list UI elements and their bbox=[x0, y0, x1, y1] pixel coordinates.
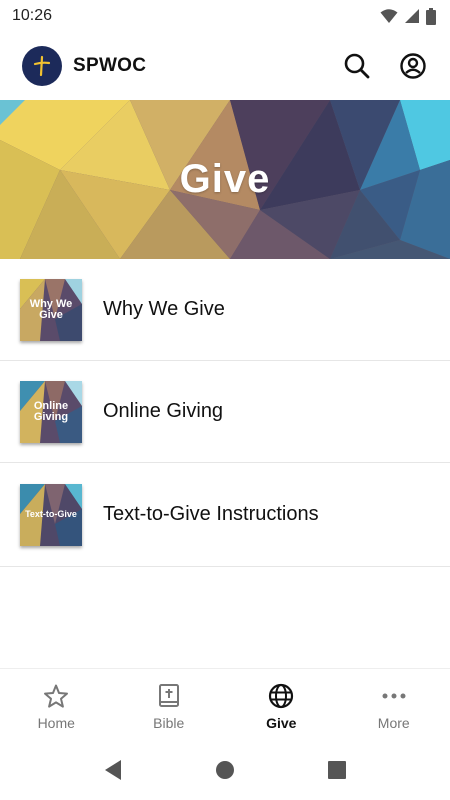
tab-label: Home bbox=[37, 715, 75, 731]
list-item-text-to-give[interactable]: Text-to-Give Text-to-Give Instructions bbox=[0, 463, 450, 567]
tab-label: Give bbox=[266, 715, 297, 731]
list-item-online-giving[interactable]: Online Giving Online Giving bbox=[0, 361, 450, 463]
list-item-why-we-give[interactable]: Why We Give Why We Give bbox=[0, 259, 450, 361]
back-button[interactable] bbox=[57, 759, 169, 781]
thumbnail-text: Online Giving bbox=[33, 399, 69, 423]
list-item-label: Online Giving bbox=[103, 400, 224, 422]
back-icon bbox=[105, 760, 121, 780]
system-navigation-bar bbox=[0, 740, 450, 800]
profile-button[interactable] bbox=[398, 51, 428, 81]
give-banner: Give bbox=[0, 100, 450, 259]
tab-bible[interactable]: Bible bbox=[113, 669, 226, 741]
signal-icon bbox=[405, 9, 419, 23]
tab-label: More bbox=[377, 715, 410, 731]
recents-icon bbox=[328, 761, 346, 779]
recents-button[interactable] bbox=[281, 760, 393, 780]
cross-icon bbox=[33, 55, 51, 77]
more-icon bbox=[382, 693, 406, 699]
home-circle-icon bbox=[216, 761, 234, 779]
bottom-navigation: Home Bible Give More bbox=[0, 668, 450, 741]
battery-icon bbox=[426, 7, 436, 25]
tab-label: Bible bbox=[153, 715, 185, 731]
app-bar: SPWOC bbox=[0, 32, 450, 100]
thumbnail-text: Why We Give bbox=[29, 297, 73, 321]
status-icons bbox=[380, 7, 436, 25]
wifi-icon bbox=[380, 9, 398, 23]
search-icon bbox=[344, 53, 370, 79]
bible-icon bbox=[158, 684, 179, 707]
item-thumbnail: Online Giving bbox=[20, 380, 82, 443]
globe-icon bbox=[269, 683, 294, 709]
tab-more[interactable]: More bbox=[338, 669, 450, 741]
list-item-label: Text-to-Give Instructions bbox=[103, 503, 319, 525]
list-item-label: Why We Give bbox=[103, 298, 225, 320]
tab-give[interactable]: Give bbox=[225, 669, 338, 741]
item-thumbnail: Text-to-Give bbox=[20, 483, 82, 546]
home-button[interactable] bbox=[169, 760, 281, 780]
search-button[interactable] bbox=[342, 51, 372, 81]
account-icon bbox=[400, 53, 426, 79]
thumbnail-text: Text-to-Give bbox=[25, 509, 77, 519]
status-time: 10:26 bbox=[12, 7, 53, 24]
status-bar: 10:26 bbox=[0, 0, 450, 32]
app-title: SPWOC bbox=[73, 55, 147, 76]
item-thumbnail: Why We Give bbox=[20, 278, 82, 341]
star-icon bbox=[44, 684, 69, 708]
church-logo[interactable] bbox=[22, 46, 62, 86]
banner-title: Give bbox=[179, 157, 271, 201]
tab-home[interactable]: Home bbox=[0, 669, 113, 741]
give-list: Why We Give Why We Give Online Giving On… bbox=[0, 259, 450, 567]
